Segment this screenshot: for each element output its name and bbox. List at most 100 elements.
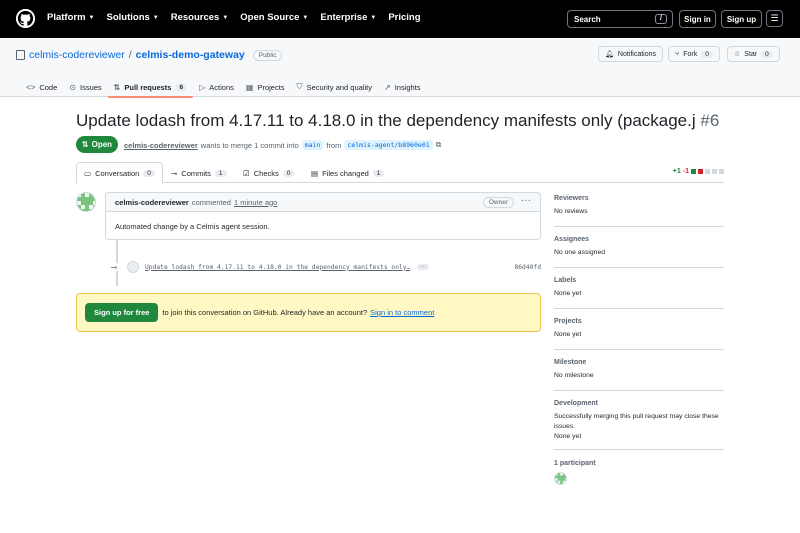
chevron-down-icon: ▼ [370, 14, 377, 21]
sign-up-button[interactable]: Sign up [721, 10, 762, 28]
pull-request-icon: ⇅ [81, 140, 89, 149]
tab-code[interactable]: <> Code [20, 77, 63, 97]
diffstat-block-neutral [705, 169, 710, 174]
nav-enterprise[interactable]: Enterprise ▼ [320, 12, 376, 23]
commit-icon: ⊸ [171, 168, 178, 178]
sign-in-to-comment-link[interactable]: Sign in to comment [370, 308, 434, 317]
pr-tabs: ▭ Conversation 0 ⊸ Commits 1 ☑ Checks 0 … [76, 162, 724, 184]
avatar[interactable] [76, 192, 96, 212]
menu-icon[interactable]: ☰ [766, 10, 783, 27]
repo-name-link[interactable]: celmis-demo-gateway [136, 49, 245, 61]
nav-resources[interactable]: Resources ▼ [171, 12, 229, 23]
pr-title-text: Update lodash from 4.17.11 to 4.18.0 in … [76, 111, 696, 130]
diffstat-block-removed [698, 169, 703, 174]
comment-header: celmis-codereviewer commented 1 minute a… [106, 193, 540, 212]
sign-up-free-button[interactable]: Sign up for free [85, 303, 159, 322]
chevron-down-icon: ▼ [88, 14, 95, 21]
repo-tabs: <> Code ⊙ Issues ⇅ Pull requests 6 ▷ Actions … [20, 77, 427, 98]
tab-commits[interactable]: ⊸ Commits 1 [164, 162, 234, 184]
comment-box: celmis-codereviewer commented 1 minute a… [105, 192, 541, 240]
fork-button[interactable]: ⑂ Fork 0 [668, 46, 720, 62]
commit-message-link[interactable]: Update lodash from 4.17.11 to 4.18.0 in … [145, 264, 410, 271]
diffstat-block-neutral [712, 169, 717, 174]
repo-icon [16, 50, 25, 60]
bell-icon: 🔔︎ [605, 51, 614, 58]
fork-count: 0 [701, 50, 713, 58]
kebab-horizontal-icon[interactable]: ··· [521, 195, 531, 206]
tab-conversation[interactable]: ▭ Conversation 0 [76, 162, 163, 184]
chevron-down-icon: ▼ [152, 14, 159, 21]
from-text: from [326, 140, 342, 150]
repo-separator: / [128, 49, 132, 61]
checklist-icon: ☑ [243, 168, 250, 178]
diffstat: +1 -1 [673, 168, 724, 175]
commit-sha-link[interactable]: 86d40fd [514, 264, 541, 271]
nav-links: Platform ▼ Solutions ▼ Resources ▼ Open Sou… [47, 12, 421, 23]
deletions-count: -1 [682, 168, 689, 175]
participant-avatar[interactable] [554, 472, 567, 485]
sidebar-assignees[interactable]: Assignees No one assigned [554, 236, 724, 268]
sidebar-reviewers[interactable]: Reviewers No reviews [554, 195, 724, 227]
tab-actions[interactable]: ▷ Actions [193, 77, 240, 97]
tab-pull-requests[interactable]: ⇅ Pull requests 6 [107, 77, 194, 98]
tab-issues[interactable]: ⊙ Issues [63, 77, 107, 97]
star-button[interactable]: ☆ Star 0 [727, 46, 780, 62]
diffstat-block-neutral [719, 169, 724, 174]
base-branch[interactable]: main [301, 140, 324, 150]
nav-platform[interactable]: Platform ▼ [47, 12, 95, 23]
fork-icon: ⑂ [675, 50, 680, 58]
tab-security[interactable]: ⛉ Security and quality [291, 77, 378, 97]
pull-request-icon: ⇅ [113, 82, 121, 92]
comment-time-link[interactable]: 1 minute ago [234, 198, 277, 207]
play-icon: ▷ [199, 82, 206, 92]
pull-requests-count: 6 [175, 83, 188, 91]
search-input[interactable]: Search / [567, 10, 673, 28]
nav-solutions[interactable]: Solutions ▼ [107, 12, 159, 23]
pr-meta: celmis-codereviewer wants to merge 1 com… [124, 140, 441, 150]
chevron-down-icon: ▼ [222, 14, 229, 21]
repo-owner-link[interactable]: celmis-codereviewer [29, 49, 125, 61]
repo-header: celmis-codereviewer / celmis-demo-gatewa… [0, 38, 800, 98]
comment-icon: ▭ [84, 168, 92, 178]
sidebar-labels[interactable]: Labels None yet [554, 277, 724, 309]
comment-author-link[interactable]: celmis-codereviewer [115, 198, 189, 207]
table-icon: ▦ [245, 82, 254, 92]
pr-number: #6 [700, 111, 720, 130]
tab-checks[interactable]: ☑ Checks 0 [236, 162, 301, 184]
status-badge: ⇅ Open [76, 136, 118, 153]
nav-open-source[interactable]: Open Source ▼ [240, 12, 308, 23]
page-title: Update lodash from 4.17.11 to 4.18.0 in … [76, 111, 721, 131]
tab-files-changed[interactable]: ▤ Files changed 1 [304, 162, 391, 184]
tab-projects[interactable]: ▦ Projects [240, 77, 291, 97]
sign-in-button[interactable]: Sign in [679, 10, 716, 28]
code-icon: <> [26, 82, 36, 92]
star-count: 0 [761, 50, 773, 58]
comment-verb: commented [191, 197, 231, 207]
timeline-commit: ⊸ Update lodash from 4.17.11 to 4.18.0 i… [109, 260, 541, 274]
head-branch[interactable]: celmis-agent/b8960e01 [344, 140, 433, 150]
star-icon: ☆ [734, 51, 741, 58]
repo-title: celmis-codereviewer / celmis-demo-gatewa… [16, 49, 283, 61]
notifications-button[interactable]: 🔔︎ Notifications [598, 46, 664, 62]
sidebar-development[interactable]: Development Successfully merging this pu… [554, 400, 724, 450]
tab-insights[interactable]: ↗ Insights [378, 77, 427, 97]
signup-banner: Sign up for free to join this conversati… [76, 293, 541, 332]
global-header: Platform ▼ Solutions ▼ Resources ▼ Open Sou… [0, 0, 800, 38]
commit-avatar[interactable] [127, 261, 139, 273]
diffstat-block-added [691, 169, 696, 174]
comment-body: Automated change by a Celmis agent sessi… [115, 222, 270, 231]
chevron-down-icon: ▼ [302, 14, 309, 21]
merge-text: wants to merge 1 commit into [200, 140, 299, 150]
sidebar-milestone[interactable]: Milestone No milestone [554, 359, 724, 391]
sidebar-projects[interactable]: Projects None yet [554, 318, 724, 350]
additions-count: +1 [672, 168, 681, 175]
copy-icon[interactable]: ⧉ [436, 140, 442, 150]
graph-icon: ↗ [383, 82, 391, 92]
pr-author-link[interactable]: celmis-codereviewer [124, 141, 198, 150]
slash-key-hint: / [655, 14, 667, 24]
nav-pricing[interactable]: Pricing [388, 12, 420, 23]
shield-icon: ⛉ [296, 82, 303, 91]
github-logo-icon[interactable] [16, 9, 35, 28]
commit-expand-button[interactable]: ··· [417, 264, 430, 270]
commit-icon: ⊸ [109, 262, 119, 272]
